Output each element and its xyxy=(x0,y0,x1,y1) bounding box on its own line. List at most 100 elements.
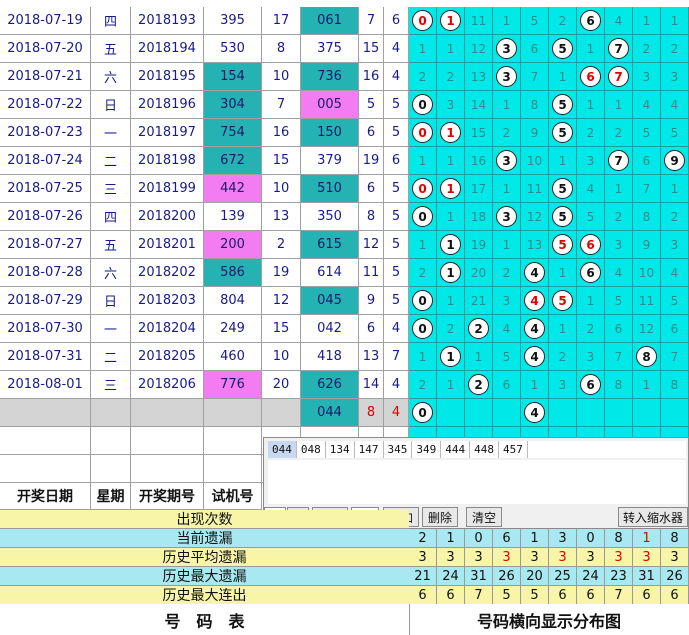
digit-cell-9: 3 xyxy=(661,231,689,259)
number-item[interactable]: 349 xyxy=(412,441,442,458)
stat-value: 3 xyxy=(605,548,633,567)
tail-value: 4 xyxy=(384,371,409,399)
test-number: 460 xyxy=(204,343,262,371)
digit-cell-2: 2 xyxy=(465,371,493,399)
number-item[interactable]: 457 xyxy=(499,441,528,458)
span-value: 11 xyxy=(359,259,384,287)
distribution-grid: 2 2 13 3 7 1 6 7 3 3 xyxy=(409,63,689,91)
digit-cell-4: 4 xyxy=(521,343,549,371)
distribution-grid: 2126136818 xyxy=(409,371,689,399)
test-number: 586 xyxy=(204,259,262,287)
digit-cell-3: 3 xyxy=(493,63,521,91)
digit-cell-5: 1 xyxy=(549,147,577,175)
span-value: 6 xyxy=(359,315,384,343)
stat-value: 31 xyxy=(633,567,661,586)
number-item[interactable]: 044 xyxy=(268,441,297,458)
empty-cell xyxy=(131,399,204,427)
hit-ball: 4 xyxy=(524,402,545,423)
digit-cell-2: 21 xyxy=(465,287,493,315)
miss-count: 1 xyxy=(502,97,511,112)
miss-count: 15 xyxy=(470,125,487,140)
miss-count: 9 xyxy=(530,125,539,140)
miss-count: 7 xyxy=(614,349,623,364)
digit-cell-1: 2 xyxy=(437,315,465,343)
stat-value: 24 xyxy=(577,567,605,586)
stat-value: 6 xyxy=(493,529,521,548)
stat-value: 1 xyxy=(521,529,549,548)
miss-count: 2 xyxy=(586,321,595,336)
sum-value: 8 xyxy=(262,35,301,63)
number-item[interactable]: 448 xyxy=(470,441,499,458)
miss-count: 11 xyxy=(526,181,543,196)
digit-cell-8: 6 xyxy=(633,147,661,175)
digit-cell-5: 5 xyxy=(549,119,577,147)
hit-ball: 1 xyxy=(440,346,461,367)
draw-row: 2018-07-28 六 2018202 586 19 614 11 5 2 1 20 2 4 1 6 4 10… xyxy=(0,259,689,287)
hit-ball: 0 xyxy=(412,206,433,227)
sum-value: 10 xyxy=(262,63,301,91)
miss-count: 2 xyxy=(614,209,623,224)
span-value: 13 xyxy=(359,343,384,371)
distribution-grid: 04 xyxy=(409,399,689,427)
digit-cell-0: 1 xyxy=(409,147,437,175)
miss-count: 3 xyxy=(642,69,651,84)
draw-row: 2018-07-29 日 2018203 804 12 045 9 5 0 1 21 3 4 5 1 5 11 5 xyxy=(0,287,689,315)
test-number: 304 xyxy=(204,91,262,119)
test-number: 442 xyxy=(204,175,262,203)
digit-cell-8: 5 xyxy=(633,119,661,147)
digit-cell-2: 16 xyxy=(465,147,493,175)
hit-ball: 6 xyxy=(580,66,601,87)
test-number: 776 xyxy=(204,371,262,399)
sum-value: 15 xyxy=(262,147,301,175)
stat-value: 1 xyxy=(633,529,661,548)
miss-count: 2 xyxy=(502,125,511,140)
stat-value: 6 xyxy=(661,586,689,605)
empty-cell xyxy=(262,399,301,427)
empty-cell xyxy=(131,455,204,483)
weekday: 二 xyxy=(91,343,131,371)
hit-ball: 5 xyxy=(552,290,573,311)
number-item[interactable]: 048 xyxy=(297,441,326,458)
distribution-grid: 1 1 16 3 10 1 3 7 6 9 xyxy=(409,147,689,175)
draw-date: 2018-07-27 xyxy=(0,231,91,259)
number-item[interactable]: 134 xyxy=(326,441,355,458)
avg-miss-label: 历史平均遗漏 xyxy=(0,548,409,567)
span-value: 5 xyxy=(359,91,384,119)
miss-count: 7 xyxy=(530,69,539,84)
digit-cell-1: 1 xyxy=(437,371,465,399)
digit-cell-2: 14 xyxy=(465,91,493,119)
draw-date: 2018-07-31 xyxy=(0,343,91,371)
digit-cell-8: 3 xyxy=(633,63,661,91)
miss-count: 1 xyxy=(586,41,595,56)
winning-number: 042 xyxy=(301,315,359,343)
hit-ball: 7 xyxy=(608,66,629,87)
sum-value: 10 xyxy=(262,343,301,371)
header-test: 试机号 xyxy=(204,483,262,510)
digit-cell-1: 1 xyxy=(437,119,465,147)
number-list-area[interactable] xyxy=(268,460,686,504)
winning-number: 045 xyxy=(301,287,359,315)
number-list[interactable]: 044 048 134 147 345 349 444 448 457 xyxy=(268,441,686,458)
digit-cell-1: 1 xyxy=(437,287,465,315)
hit-ball: 7 xyxy=(608,150,629,171)
digit-cell-9: 2 xyxy=(661,35,689,63)
digit-cell-5: 5 xyxy=(549,231,577,259)
digit-cell-4: 7 xyxy=(521,63,549,91)
miss-count: 1 xyxy=(558,69,567,84)
test-number: 754 xyxy=(204,119,262,147)
number-item[interactable]: 444 xyxy=(441,441,471,458)
hit-ball: 3 xyxy=(496,38,517,59)
draw-date: 2018-07-21 xyxy=(0,63,91,91)
digit-cell-3: 2 xyxy=(493,119,521,147)
span-value: 19 xyxy=(359,147,384,175)
stat-value: 7 xyxy=(465,586,493,605)
draw-row: 2018-07-31 二 2018205 460 10 418 13 7 1 1 1 5 4 2 3 7 8 7 xyxy=(0,343,689,371)
empty-cell xyxy=(0,455,91,483)
digit-cell-3 xyxy=(493,399,521,427)
number-item[interactable]: 147 xyxy=(355,441,384,458)
tail-value: 5 xyxy=(384,119,409,147)
number-item[interactable]: 345 xyxy=(384,441,413,458)
digit-cell-7: 5 xyxy=(605,287,633,315)
digit-cell-4: 4 xyxy=(521,259,549,287)
miss-count: 21 xyxy=(470,293,487,308)
